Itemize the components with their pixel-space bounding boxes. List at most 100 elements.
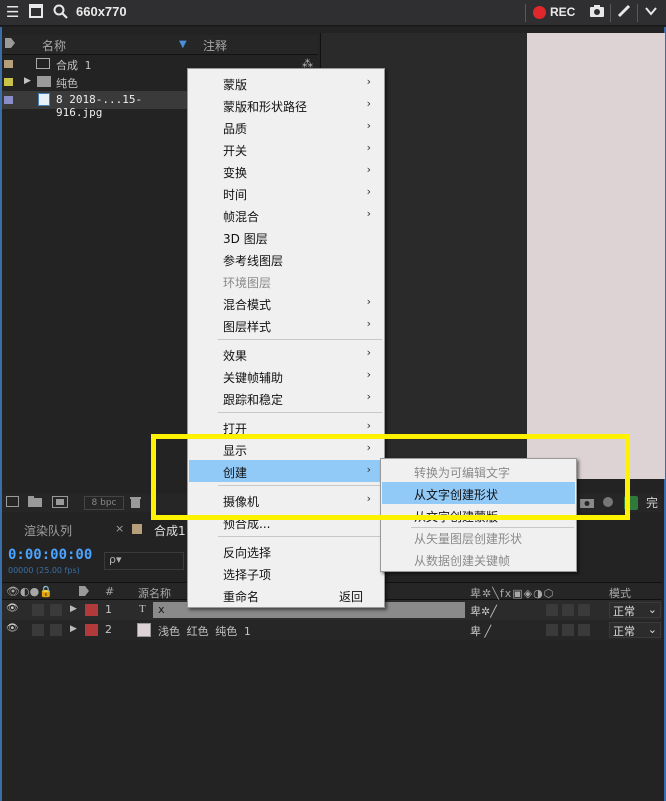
close-tab-icon[interactable]: × xyxy=(115,522,124,535)
chevron-down-icon: ⌄ xyxy=(647,603,657,616)
eye-icon[interactable]: 👁 xyxy=(6,623,19,634)
interpret-footage-icon[interactable] xyxy=(6,496,19,510)
comp-color-swatch xyxy=(132,524,142,534)
pen-icon[interactable] xyxy=(617,4,631,22)
new-folder-icon[interactable] xyxy=(28,496,42,510)
switch-box[interactable] xyxy=(546,604,558,616)
record-dot-icon[interactable] xyxy=(533,6,546,19)
record-button[interactable]: REC xyxy=(550,5,575,19)
menu-item-switches[interactable]: 开关 › xyxy=(189,138,383,160)
project-item-label: 纯色 xyxy=(56,77,78,90)
menu-item-blending-mode[interactable]: 混合模式 › xyxy=(189,292,383,314)
label-color-swatch xyxy=(4,78,13,86)
menu-item-mask-shape-path[interactable]: 蒙版和形状路径 › xyxy=(189,94,383,116)
menu-item-rename[interactable]: 重命名 返回 xyxy=(189,584,383,606)
trash-icon[interactable] xyxy=(130,496,141,511)
label-tag-icon xyxy=(4,37,16,52)
layer-switches[interactable]: 卑✲╱ xyxy=(470,603,497,619)
blend-mode-select[interactable]: 正常 ⌄ xyxy=(609,602,661,618)
layer-number: 1 xyxy=(105,603,112,616)
solid-layer-icon xyxy=(137,623,151,637)
folder-icon xyxy=(37,76,51,87)
audio-toggle[interactable] xyxy=(32,624,44,636)
chevron-down-icon: ⌄ xyxy=(647,623,657,636)
menu-item-guide-layer[interactable]: 参考线图层 xyxy=(189,248,383,270)
switch-box[interactable] xyxy=(546,624,558,636)
comment-column-header[interactable]: 注释 xyxy=(203,37,227,54)
audio-toggle[interactable] xyxy=(32,604,44,616)
project-item-image[interactable]: 8 2018-...15-916.jpg xyxy=(2,91,188,119)
camera-icon[interactable] xyxy=(589,4,605,22)
mode-header: 模式 xyxy=(609,587,631,600)
visibility-icons: 👁◐●🔒 xyxy=(6,585,53,598)
layer-switches[interactable]: 卑 ╱ xyxy=(470,623,491,639)
sort-down-icon[interactable]: ▼ xyxy=(179,39,187,50)
layer-name-label: x xyxy=(158,603,165,616)
composition-canvas[interactable] xyxy=(527,33,665,479)
annotation-highlight-box xyxy=(151,434,630,520)
layer-row[interactable]: 👁 ▶ 2 浅色 红色 纯色 1 卑 ╱ 正常 ⌄ xyxy=(2,620,662,640)
menu-item-frame-blending[interactable]: 帧混合 › xyxy=(189,204,383,226)
window-frame-icon[interactable] xyxy=(29,4,43,22)
toolbar-divider xyxy=(637,4,638,22)
frame-rate-label: 00000 (25.00 fps) xyxy=(8,566,80,575)
menu-item-effect[interactable]: 效果 › xyxy=(189,343,383,365)
toolbar-divider xyxy=(525,4,526,22)
eye-icon[interactable]: 👁 xyxy=(6,603,19,614)
toolbar-divider xyxy=(610,4,611,22)
expand-triangle-icon[interactable]: ▶ xyxy=(70,624,77,634)
solo-toggle[interactable] xyxy=(50,604,62,616)
menu-item-3d-layer[interactable]: 3D 图层 xyxy=(189,226,383,248)
expand-triangle-icon[interactable]: ▶ xyxy=(70,604,77,614)
menu-item-quality[interactable]: 品质 › xyxy=(189,116,383,138)
recorder-toolbar: ☰ 660x770 REC xyxy=(0,0,666,26)
bit-depth-button[interactable]: 8 bpc xyxy=(84,496,124,510)
menu-item-transform[interactable]: 变换 › xyxy=(189,160,383,182)
hamburger-menu-icon[interactable]: ☰ xyxy=(6,4,19,21)
search-icon[interactable] xyxy=(53,4,68,23)
switch-box[interactable] xyxy=(578,624,590,636)
layer-context-menu: 蒙版 › 蒙版和形状路径 › 品质 › 开关 › 变换 › 时间 › 帧混合 › 3D 图层 … xyxy=(187,68,385,608)
image-file-icon xyxy=(38,93,50,106)
source-name-header[interactable]: 源名称 xyxy=(138,585,171,601)
text-layer-icon: T xyxy=(139,603,146,615)
label-color-swatch xyxy=(4,96,13,104)
new-composition-icon[interactable] xyxy=(52,496,68,511)
menu-item-time[interactable]: 时间 › xyxy=(189,182,383,204)
menu-separator xyxy=(218,339,382,340)
project-item-label: 合成 1 xyxy=(56,59,92,72)
menu-item-mask[interactable]: 蒙版 › xyxy=(189,72,383,94)
menu-item-layer-styles[interactable]: 图层样式 › xyxy=(189,314,383,336)
layer-number-header: # xyxy=(105,585,115,598)
menu-item-track-stabilize[interactable]: 跟踪和稳定 › xyxy=(189,387,383,409)
solo-toggle[interactable] xyxy=(50,624,62,636)
switch-box[interactable] xyxy=(562,624,574,636)
tab-render-queue[interactable]: 渲染队列 xyxy=(24,522,72,539)
chevron-down-icon[interactable] xyxy=(645,4,657,21)
project-column-header: 名称 ▼ 注释 xyxy=(2,35,318,55)
project-item-label: 8 2018-...15-916.jpg xyxy=(56,93,143,119)
name-column-header[interactable]: 名称 xyxy=(42,37,66,54)
menu-separator xyxy=(218,536,382,537)
layer-switches-icons: 卑✲╲fx▣◈◑⬡ xyxy=(470,587,555,600)
switch-box[interactable] xyxy=(578,604,590,616)
shortcut-label: 返回 xyxy=(338,590,363,604)
switch-box[interactable] xyxy=(562,604,574,616)
full-resolution-label[interactable]: 完 xyxy=(646,494,658,511)
menu-item-select-children[interactable]: 选择子项 xyxy=(189,562,383,584)
blend-mode-select[interactable]: 正常 ⌄ xyxy=(609,622,661,638)
expand-triangle-icon[interactable]: ▶ xyxy=(24,76,31,86)
layer-name-label: 浅色 红色 纯色 1 xyxy=(158,625,251,638)
current-time-display[interactable]: 0:00:00:00 xyxy=(8,547,92,563)
menu-item-keyframe-assistant[interactable]: 关键帧辅助 › xyxy=(189,365,383,387)
composition-icon xyxy=(36,58,50,69)
label-color-swatch xyxy=(4,60,13,68)
recording-size-label: 660x770 xyxy=(76,4,127,19)
layer-search-input[interactable]: ρ▾ xyxy=(104,552,184,570)
label-tag-icon xyxy=(78,585,90,600)
menu-item-environment-layer: 环境图层 xyxy=(223,276,272,290)
menu-item-invert-selection[interactable]: 反向选择 xyxy=(189,540,383,562)
layer-label-color[interactable] xyxy=(85,624,98,636)
layer-label-color[interactable] xyxy=(85,604,98,616)
tab-composition-1[interactable]: 合成1 xyxy=(154,522,186,539)
